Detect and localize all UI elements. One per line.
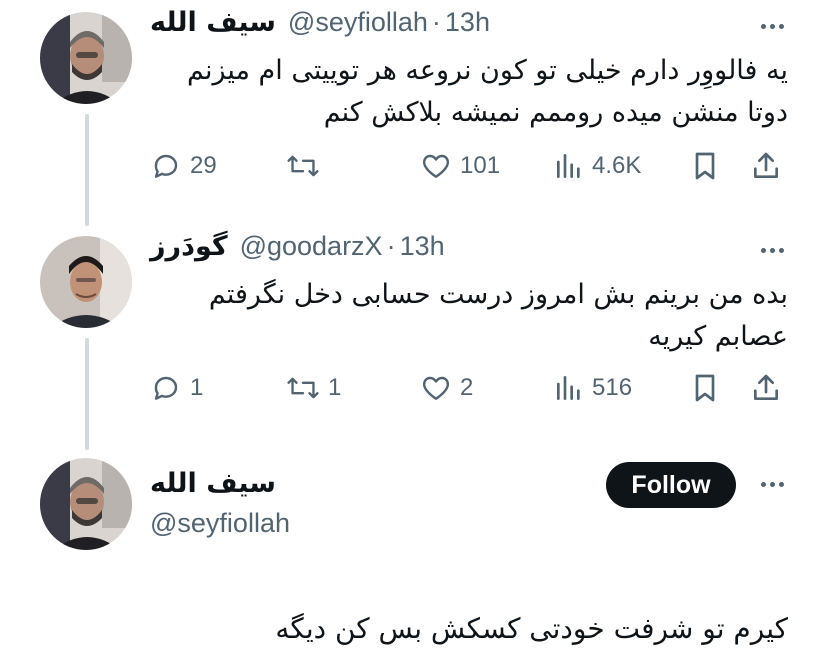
bookmark-icon [695,152,715,180]
views-button[interactable]: 516 [554,368,632,408]
tweet-actions: 29 101 4.6K [150,146,790,186]
reply-button[interactable]: 1 [150,368,203,408]
tweet-text: بده من برینم بش امروز درست حسابی دخل نگر… [209,274,788,358]
heart-icon [422,376,450,400]
reply-count: 29 [190,152,217,179]
tweet-text-line: دوتا منشن میده روممم نمیشه بلاکش کنم [323,97,788,128]
share-icon [754,152,778,178]
avatar[interactable] [40,236,132,328]
views-button[interactable]: 4.6K [554,146,641,186]
share-button[interactable] [750,368,782,408]
avatar[interactable] [40,12,132,104]
tweet-text-line: یه فالووِر دارم خیلی تو کون نروعه هر توی… [186,55,788,86]
tweet-time[interactable]: 13h [445,7,490,38]
user-handle[interactable]: @seyfiollah [288,7,428,38]
view-count: 4.6K [592,152,642,179]
separator-dot: · [431,6,441,37]
share-button[interactable] [750,146,782,186]
tweet-text: کیرم تو شرفت خودتی کسکش بس کن دیگه [275,612,788,645]
avatar[interactable] [40,458,132,550]
more-dots-icon[interactable] [754,474,790,494]
retweet-icon [287,155,319,177]
thread-line [85,114,89,226]
like-button[interactable]: 101 [420,146,500,186]
tweet-time[interactable]: 13h [400,231,445,262]
more-dots-icon[interactable] [754,240,790,260]
retweet-icon [287,377,319,399]
share-icon [754,374,778,400]
bookmark-button[interactable] [690,368,720,408]
display-name[interactable]: سیف الله [150,468,276,499]
like-button[interactable]: 2 [420,368,473,408]
display-name[interactable]: گودَرز [150,231,228,262]
bar-chart-icon [557,376,580,400]
tweet-text: یه فالووِر دارم خیلی تو کون نروعه هر توی… [187,50,788,134]
user-handle[interactable]: @goodarzX [240,231,383,262]
tweet-header: سیف الله @seyfiollah · 13h [150,6,490,38]
reply-button[interactable]: 29 [150,146,217,186]
follow-button[interactable]: Follow [606,462,736,508]
like-count: 101 [460,152,501,179]
retweet-count: 1 [328,374,342,401]
tweet-actions: 1 1 2 516 [150,368,790,408]
bookmark-button[interactable] [690,146,720,186]
like-count: 2 [460,374,474,401]
user-handle[interactable]: @seyfiollah [150,508,290,539]
heart-icon [422,154,450,178]
reply-count: 1 [190,374,204,401]
separator-dot: · [386,230,396,261]
bookmark-icon [695,374,715,402]
more-dots-icon[interactable] [754,16,790,36]
bar-chart-icon [557,154,580,178]
view-count: 516 [592,374,633,401]
speech-bubble-icon [154,376,178,400]
tweet-text-line: عصابم کیریه [648,321,788,352]
speech-bubble-icon [154,154,178,178]
thread-line [85,338,89,450]
display-name[interactable]: سیف الله [150,7,276,38]
retweet-button[interactable]: 1 [286,368,341,408]
tweet-header: گودَرز @goodarzX · 13h [150,230,445,262]
retweet-button[interactable] [286,146,328,186]
tweet-text-line: بده من برینم بش امروز درست حسابی دخل نگر… [208,279,788,310]
